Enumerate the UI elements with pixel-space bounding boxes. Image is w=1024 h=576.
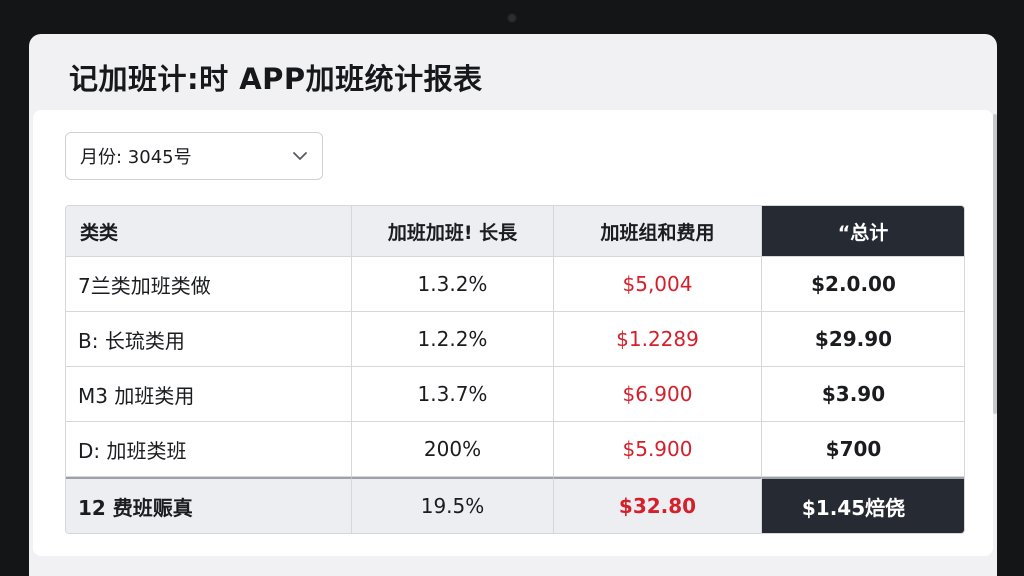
camera-dot bbox=[507, 13, 517, 23]
row-category: B: 长琉类用 bbox=[66, 312, 352, 367]
row-hours: 1.3.2% bbox=[352, 257, 554, 312]
month-select-label: 月份: 3045号 bbox=[80, 147, 192, 168]
row-total: $700 bbox=[762, 422, 964, 477]
table-header-row: 类类 加班加班! 长長 加班组和费用 “总计 bbox=[66, 206, 964, 257]
month-select[interactable]: 月份: 3045号 bbox=[65, 132, 323, 180]
row-hours: 1.3.7% bbox=[352, 367, 554, 422]
column-header-category[interactable]: 类类 bbox=[66, 206, 352, 257]
summary-cost: $32.80 bbox=[554, 477, 762, 533]
row-category: M3 加班类用 bbox=[66, 367, 352, 422]
summary-hours: 19.5% bbox=[352, 477, 554, 533]
row-total: $2.0.00 bbox=[762, 257, 964, 312]
table-row[interactable]: D: 加班类班 200% $5.900 $700 bbox=[66, 422, 964, 477]
table-row[interactable]: M3 加班类用 1.3.7% $6.900 $3.90 bbox=[66, 367, 964, 422]
summary-total: $1.45焙侥 bbox=[762, 477, 964, 533]
overtime-report-table: 类类 加班加班! 长長 加班组和费用 “总计 7兰类加班类做 1.3.2% $5… bbox=[65, 205, 965, 534]
summary-category: 12 费班赈真 bbox=[66, 477, 352, 533]
app-screen: 记加班计:时 APP加班统计报表 月份: 3045号 类类 加班加班! 长長 加… bbox=[29, 34, 997, 576]
chevron-down-icon bbox=[292, 151, 308, 161]
row-total: $3.90 bbox=[762, 367, 964, 422]
column-header-cost[interactable]: 加班组和费用 bbox=[554, 206, 762, 257]
row-category: D: 加班类班 bbox=[66, 422, 352, 477]
report-card: 月份: 3045号 类类 加班加班! 长長 加班组和费用 “总计 7兰类加班类做… bbox=[33, 110, 993, 556]
summary-row[interactable]: 12 费班赈真 19.5% $32.80 $1.45焙侥 bbox=[66, 477, 964, 533]
row-hours: 200% bbox=[352, 422, 554, 477]
table-row[interactable]: B: 长琉类用 1.2.2% $1.2289 $29.90 bbox=[66, 312, 964, 367]
row-cost: $1.2289 bbox=[554, 312, 762, 367]
column-header-hours[interactable]: 加班加班! 长長 bbox=[352, 206, 554, 257]
row-total: $29.90 bbox=[762, 312, 964, 367]
vertical-scrollbar[interactable] bbox=[993, 114, 997, 414]
table-row[interactable]: 7兰类加班类做 1.3.2% $5,004 $2.0.00 bbox=[66, 257, 964, 312]
row-cost: $5.900 bbox=[554, 422, 762, 477]
column-header-total[interactable]: “总计 bbox=[762, 206, 964, 257]
device-bezel: 记加班计:时 APP加班统计报表 月份: 3045号 类类 加班加班! 长長 加… bbox=[0, 0, 1024, 576]
row-cost: $6.900 bbox=[554, 367, 762, 422]
row-hours: 1.2.2% bbox=[352, 312, 554, 367]
row-category: 7兰类加班类做 bbox=[66, 257, 352, 312]
page-title: 记加班计:时 APP加班统计报表 bbox=[69, 62, 483, 96]
row-cost: $5,004 bbox=[554, 257, 762, 312]
